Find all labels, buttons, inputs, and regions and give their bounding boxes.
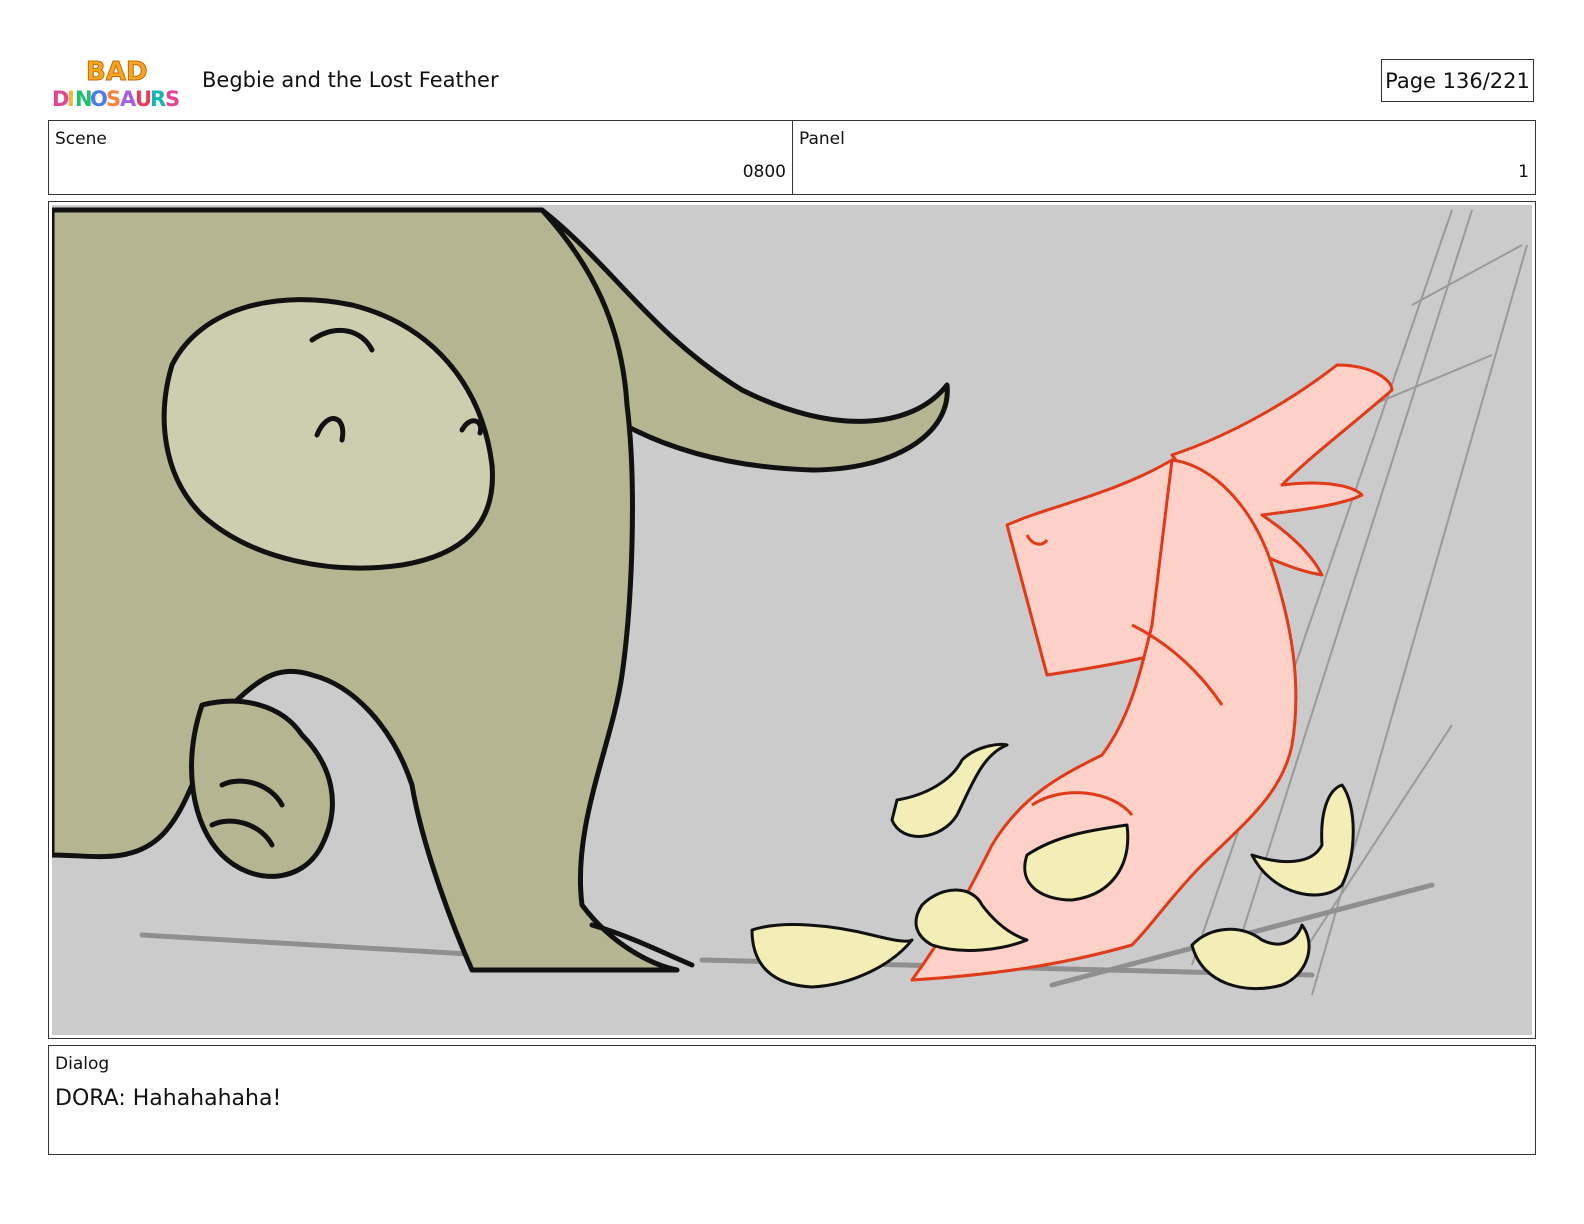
storyboard-frame xyxy=(48,201,1536,1039)
storyboard-drawing xyxy=(52,205,1532,1035)
dialog-text: DORA: Hahahahaha! xyxy=(55,1086,282,1111)
svg-text:BAD: BAD xyxy=(86,57,148,87)
svg-text:I: I xyxy=(67,87,75,111)
scene-panel-row: Scene 0800 Panel 1 xyxy=(48,120,1536,195)
dialog-label: Dialog xyxy=(55,1054,110,1074)
svg-text:S: S xyxy=(106,87,121,111)
scene-value: 0800 xyxy=(742,162,786,182)
panel-label: Panel xyxy=(799,129,845,149)
dialog-box: Dialog DORA: Hahahahaha! xyxy=(48,1045,1536,1155)
scene-label: Scene xyxy=(55,129,107,149)
panel-value: 1 xyxy=(1518,162,1529,182)
svg-text:S: S xyxy=(165,87,180,111)
document-title: Begbie and the Lost Feather xyxy=(202,68,499,92)
svg-text:R: R xyxy=(150,87,166,111)
panel-cell: Panel 1 xyxy=(793,121,1535,194)
bad-dinosaurs-logo: BAD D I N O S A U R S xyxy=(52,57,180,112)
page-number: Page 136/221 xyxy=(1381,59,1534,102)
scene-cell: Scene 0800 xyxy=(49,121,793,194)
